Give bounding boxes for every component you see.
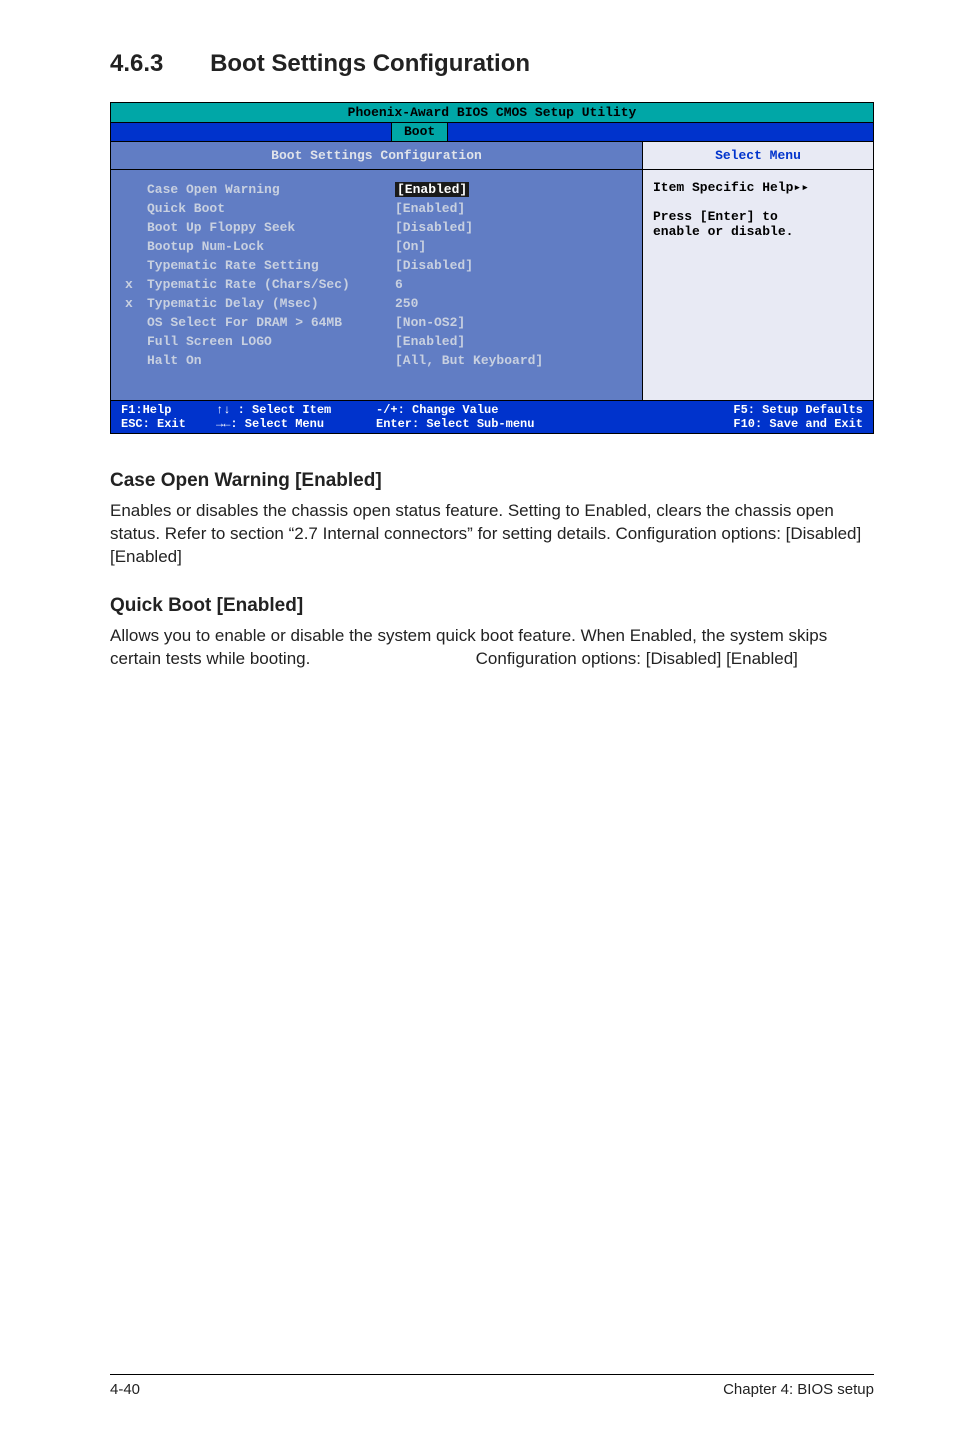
bios-footer-key: →←: Select Menu (216, 417, 376, 431)
section-heading: 4.6.3 Boot Settings Configuration (110, 50, 874, 78)
bios-setting-value: [On] (395, 239, 426, 254)
bios-footer-key: ESC: Exit (121, 417, 216, 431)
bios-screenshot: Phoenix-Award BIOS CMOS Setup Utility Bo… (110, 102, 874, 434)
bios-title-bar: Phoenix-Award BIOS CMOS Setup Utility (111, 103, 873, 123)
bios-settings-list: Case Open Warning [Enabled] Quick Boot [Ena… (111, 170, 643, 400)
bios-setting-value: 6 (395, 277, 403, 292)
bios-setting-label: Bootup Num-Lock (125, 239, 395, 254)
bios-setting-value: [Enabled] (395, 201, 465, 216)
bios-setting-value: [Non-OS2] (395, 315, 465, 330)
bios-setting-row: Case Open Warning [Enabled] (125, 182, 628, 197)
bios-setting-row: Quick Boot [Enabled] (125, 201, 628, 216)
bios-setting-row: Typematic Rate Setting [Disabled] (125, 258, 628, 273)
bios-panel-title: Boot Settings Configuration (111, 141, 643, 170)
bios-setting-label: xTypematic Delay (Msec) (125, 296, 395, 311)
bios-setting-label-text: OS Select For DRAM > 64MB (147, 315, 342, 330)
section-title: Boot Settings Configuration (210, 50, 530, 77)
bios-setting-label: Typematic Rate Setting (125, 258, 395, 273)
bios-setting-label: OS Select For DRAM > 64MB (125, 315, 395, 330)
bios-footer-key: F5: Setup Defaults (596, 403, 863, 417)
bios-setting-label-text: Typematic Rate Setting (147, 258, 319, 273)
bios-setting-label: Full Screen LOGO (125, 334, 395, 349)
bios-setting-label-text: Typematic Rate (Chars/Sec) (147, 277, 350, 292)
bios-setting-row: Bootup Num-Lock [On] (125, 239, 628, 254)
bios-help-title: Select Menu (643, 141, 873, 170)
bios-setting-label-text: Case Open Warning (147, 182, 280, 197)
bios-setting-label: Quick Boot (125, 201, 395, 216)
bios-setting-row: xTypematic Rate (Chars/Sec)6 (125, 277, 628, 292)
bios-setting-label: Boot Up Floppy Seek (125, 220, 395, 235)
bios-setting-label: Halt On (125, 353, 395, 368)
body-paragraph: Allows you to enable or disable the syst… (110, 625, 874, 671)
bios-setting-value: [Disabled] (395, 258, 473, 273)
bios-footer-key: ↑↓ : Select Item (216, 403, 376, 417)
bios-setting-value: [Disabled] (395, 220, 473, 235)
subsection-heading: Case Open Warning [Enabled] (110, 470, 874, 492)
page-chapter: Chapter 4: BIOS setup (723, 1381, 874, 1398)
bios-footer-key: F10: Save and Exit (596, 417, 863, 431)
section-number: 4.6.3 (110, 50, 163, 77)
bios-footer-key: Enter: Select Sub-menu (376, 417, 596, 431)
bios-setting-label-text: Halt On (147, 353, 202, 368)
bios-setting-value: [Enabled] (395, 182, 469, 197)
bios-setting-label-text: Typematic Delay (Msec) (147, 296, 319, 311)
bios-setting-label-text: Bootup Num-Lock (147, 239, 264, 254)
bios-setting-label: Case Open Warning (125, 182, 395, 197)
bios-footer-bar: F1:Help ESC: Exit ↑↓ : Select Item →←: S… (111, 400, 873, 433)
page-number: 4-40 (110, 1381, 140, 1398)
bios-setting-label-text: Boot Up Floppy Seek (147, 220, 295, 235)
bios-setting-value: [Enabled] (395, 334, 465, 349)
bios-help-body: Item Specific Help▸▸ Press [Enter] to en… (643, 170, 873, 400)
bios-help-line: Item Specific Help▸▸ (653, 180, 863, 195)
body-paragraph: Enables or disables the chassis open sta… (110, 500, 874, 569)
bios-setting-label-text: Quick Boot (147, 201, 225, 216)
bios-row-prefix: x (125, 277, 147, 292)
bios-setting-row: OS Select For DRAM > 64MB [Non-OS2] (125, 315, 628, 330)
bios-help-line: enable or disable. (653, 224, 863, 239)
subsection-heading: Quick Boot [Enabled] (110, 595, 874, 617)
bios-tab-boot: Boot (391, 123, 448, 141)
bios-footer-key: F1:Help (121, 403, 216, 417)
bios-row-prefix: x (125, 296, 147, 311)
bios-setting-row: Boot Up Floppy Seek [Disabled] (125, 220, 628, 235)
bios-setting-label: xTypematic Rate (Chars/Sec) (125, 277, 395, 292)
bios-menu-bar: Boot (111, 123, 873, 141)
bios-setting-row: Full Screen LOGO [Enabled] (125, 334, 628, 349)
bios-setting-row: xTypematic Delay (Msec)250 (125, 296, 628, 311)
bios-help-line: Press [Enter] to (653, 209, 863, 224)
bios-footer-key: -/+: Change Value (376, 403, 596, 417)
bios-setting-value: [All, But Keyboard] (395, 353, 543, 368)
bios-setting-row: Halt On [All, But Keyboard] (125, 353, 628, 368)
bios-setting-value: 250 (395, 296, 418, 311)
bios-setting-label-text: Full Screen LOGO (147, 334, 272, 349)
page-footer: 4-40 Chapter 4: BIOS setup (110, 1374, 874, 1398)
